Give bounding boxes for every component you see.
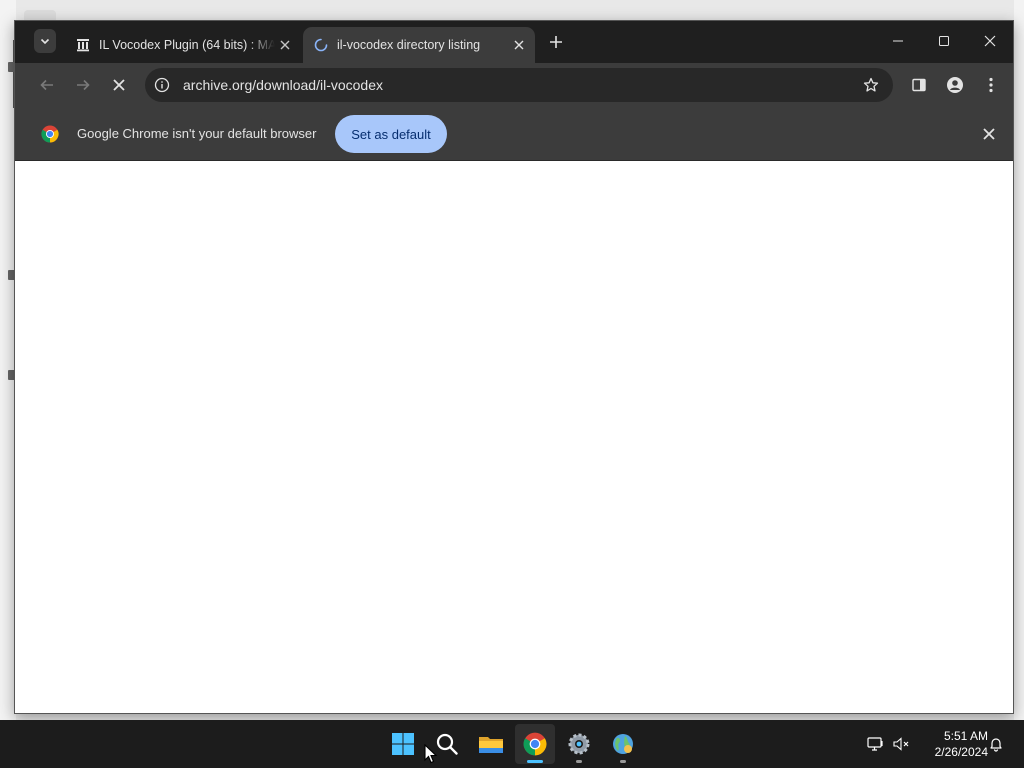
side-panel-button[interactable] bbox=[905, 71, 933, 99]
browser-toolbar: archive.org/download/il-vocodex bbox=[15, 63, 1013, 107]
close-tab-icon[interactable] bbox=[275, 35, 295, 55]
loading-spinner-icon bbox=[313, 37, 329, 53]
tab-title: il-vocodex directory listing bbox=[337, 38, 481, 52]
address-bar[interactable]: archive.org/download/il-vocodex bbox=[145, 68, 893, 102]
search-icon bbox=[436, 733, 458, 755]
tab-search-button[interactable] bbox=[34, 29, 56, 53]
archive-institution-icon bbox=[75, 37, 91, 53]
maximize-button[interactable] bbox=[921, 21, 967, 61]
tab-title: IL Vocodex Plugin (64 bits) : MA bbox=[99, 38, 275, 52]
notification-bell-icon[interactable] bbox=[986, 734, 1006, 754]
browser-window: IL Vocodex Plugin (64 bits) : MA il-voco… bbox=[14, 20, 1014, 714]
tab-il-vocodex-plugin[interactable]: IL Vocodex Plugin (64 bits) : MA bbox=[65, 27, 301, 63]
taskbar: 5:51 AM 2/26/2024 bbox=[0, 720, 1024, 768]
minimize-icon bbox=[893, 40, 903, 42]
url-text[interactable]: archive.org/download/il-vocodex bbox=[183, 68, 383, 102]
chrome-menu-button[interactable] bbox=[977, 71, 1005, 99]
start-icon bbox=[392, 733, 414, 755]
globe-app-taskbar-button[interactable] bbox=[603, 724, 643, 764]
side-panel-icon bbox=[912, 78, 926, 92]
new-tab-button[interactable] bbox=[545, 31, 567, 53]
back-button[interactable] bbox=[33, 71, 61, 99]
close-icon bbox=[113, 79, 125, 91]
close-window-button[interactable] bbox=[967, 21, 1013, 61]
more-vert-icon bbox=[989, 77, 993, 93]
profile-icon bbox=[947, 77, 963, 93]
network-tray-icon[interactable] bbox=[866, 734, 886, 754]
arrow-right-icon bbox=[77, 79, 90, 91]
infobar-message: Google Chrome isn't your default browser bbox=[77, 126, 317, 141]
bookmark-star-icon[interactable] bbox=[861, 75, 881, 95]
maximize-icon bbox=[939, 36, 949, 46]
forward-button[interactable] bbox=[69, 71, 97, 99]
default-browser-infobar: Google Chrome isn't your default browser… bbox=[15, 107, 1013, 161]
globe-app-icon bbox=[613, 734, 633, 754]
site-info-icon[interactable] bbox=[153, 76, 171, 94]
start-button[interactable] bbox=[383, 724, 423, 764]
tab-il-vocodex-directory[interactable]: il-vocodex directory listing bbox=[303, 27, 535, 63]
close-tab-icon[interactable] bbox=[509, 35, 529, 55]
page-content-area[interactable] bbox=[15, 162, 1013, 713]
clock-date: 2/26/2024 bbox=[934, 745, 988, 759]
file-explorer-icon bbox=[479, 737, 503, 753]
close-infobar-icon[interactable] bbox=[979, 124, 999, 144]
settings-taskbar-button[interactable] bbox=[559, 724, 599, 764]
minimize-button[interactable] bbox=[875, 21, 921, 61]
close-icon bbox=[984, 35, 996, 47]
set-as-default-button[interactable]: Set as default bbox=[335, 115, 447, 153]
tab-strip: IL Vocodex Plugin (64 bits) : MA il-voco… bbox=[15, 21, 1013, 63]
chrome-icon bbox=[523, 732, 547, 756]
clock-time: 5:51 AM bbox=[943, 729, 988, 743]
chrome-logo-icon bbox=[41, 125, 59, 143]
chrome-taskbar-button[interactable] bbox=[515, 724, 555, 764]
arrow-left-icon bbox=[40, 79, 53, 91]
system-clock[interactable]: 5:51 AM 2/26/2024 bbox=[918, 728, 988, 760]
profile-button[interactable] bbox=[941, 71, 969, 99]
mouse-cursor-icon bbox=[424, 744, 438, 764]
settings-icon bbox=[568, 733, 590, 755]
desktop-background-right bbox=[1014, 0, 1024, 720]
volume-muted-tray-icon[interactable] bbox=[892, 734, 912, 754]
file-explorer-button[interactable] bbox=[471, 724, 511, 764]
plus-icon bbox=[550, 36, 562, 48]
stop-loading-button[interactable] bbox=[105, 71, 133, 99]
chevron-down-icon bbox=[40, 38, 50, 45]
